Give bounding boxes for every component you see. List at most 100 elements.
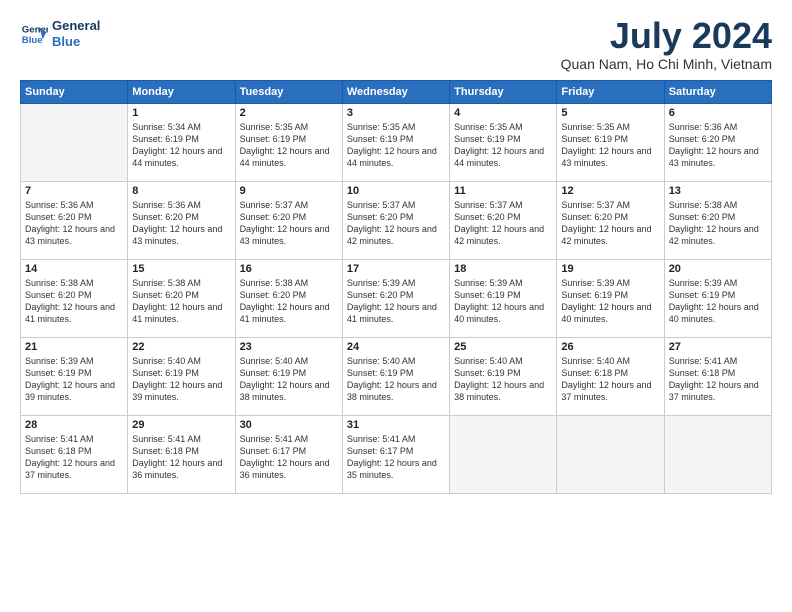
calendar-week-5: 28 Sunrise: 5:41 AMSunset: 6:18 PMDaylig… — [21, 416, 772, 494]
calendar-cell: 21 Sunrise: 5:39 AMSunset: 6:19 PMDaylig… — [21, 338, 128, 416]
cell-info: Sunrise: 5:35 AMSunset: 6:19 PMDaylight:… — [561, 122, 651, 168]
calendar-cell: 28 Sunrise: 5:41 AMSunset: 6:18 PMDaylig… — [21, 416, 128, 494]
cell-info: Sunrise: 5:36 AMSunset: 6:20 PMDaylight:… — [25, 200, 115, 246]
col-monday: Monday — [128, 81, 235, 104]
page: General Blue General Blue July 2024 Quan… — [0, 0, 792, 612]
cell-info: Sunrise: 5:39 AMSunset: 6:20 PMDaylight:… — [347, 278, 437, 324]
day-number: 5 — [561, 107, 659, 119]
cell-info: Sunrise: 5:38 AMSunset: 6:20 PMDaylight:… — [240, 278, 330, 324]
calendar-cell — [557, 416, 664, 494]
cell-info: Sunrise: 5:37 AMSunset: 6:20 PMDaylight:… — [561, 200, 651, 246]
calendar-cell: 5 Sunrise: 5:35 AMSunset: 6:19 PMDayligh… — [557, 104, 664, 182]
cell-info: Sunrise: 5:35 AMSunset: 6:19 PMDaylight:… — [347, 122, 437, 168]
calendar-cell: 31 Sunrise: 5:41 AMSunset: 6:17 PMDaylig… — [342, 416, 449, 494]
day-number: 23 — [240, 341, 338, 353]
cell-info: Sunrise: 5:40 AMSunset: 6:18 PMDaylight:… — [561, 356, 651, 402]
calendar-cell: 24 Sunrise: 5:40 AMSunset: 6:19 PMDaylig… — [342, 338, 449, 416]
calendar-cell: 26 Sunrise: 5:40 AMSunset: 6:18 PMDaylig… — [557, 338, 664, 416]
calendar-cell: 6 Sunrise: 5:36 AMSunset: 6:20 PMDayligh… — [664, 104, 771, 182]
cell-info: Sunrise: 5:38 AMSunset: 6:20 PMDaylight:… — [25, 278, 115, 324]
day-number: 20 — [669, 263, 767, 275]
cell-info: Sunrise: 5:40 AMSunset: 6:19 PMDaylight:… — [132, 356, 222, 402]
calendar-cell: 20 Sunrise: 5:39 AMSunset: 6:19 PMDaylig… — [664, 260, 771, 338]
calendar-cell: 1 Sunrise: 5:34 AMSunset: 6:19 PMDayligh… — [128, 104, 235, 182]
cell-info: Sunrise: 5:35 AMSunset: 6:19 PMDaylight:… — [454, 122, 544, 168]
cell-info: Sunrise: 5:38 AMSunset: 6:20 PMDaylight:… — [132, 278, 222, 324]
cell-info: Sunrise: 5:41 AMSunset: 6:17 PMDaylight:… — [347, 434, 437, 480]
calendar-cell: 7 Sunrise: 5:36 AMSunset: 6:20 PMDayligh… — [21, 182, 128, 260]
cell-info: Sunrise: 5:34 AMSunset: 6:19 PMDaylight:… — [132, 122, 222, 168]
cell-info: Sunrise: 5:41 AMSunset: 6:18 PMDaylight:… — [132, 434, 222, 480]
calendar-cell: 3 Sunrise: 5:35 AMSunset: 6:19 PMDayligh… — [342, 104, 449, 182]
cell-info: Sunrise: 5:39 AMSunset: 6:19 PMDaylight:… — [25, 356, 115, 402]
calendar-cell: 2 Sunrise: 5:35 AMSunset: 6:19 PMDayligh… — [235, 104, 342, 182]
day-number: 24 — [347, 341, 445, 353]
day-number: 11 — [454, 185, 552, 197]
calendar-cell: 19 Sunrise: 5:39 AMSunset: 6:19 PMDaylig… — [557, 260, 664, 338]
cell-info: Sunrise: 5:41 AMSunset: 6:17 PMDaylight:… — [240, 434, 330, 480]
calendar-cell: 27 Sunrise: 5:41 AMSunset: 6:18 PMDaylig… — [664, 338, 771, 416]
logo-text-blue: Blue — [52, 34, 100, 50]
day-number: 16 — [240, 263, 338, 275]
calendar-cell: 17 Sunrise: 5:39 AMSunset: 6:20 PMDaylig… — [342, 260, 449, 338]
day-number: 17 — [347, 263, 445, 275]
logo-text-general: General — [52, 18, 100, 34]
calendar-cell: 13 Sunrise: 5:38 AMSunset: 6:20 PMDaylig… — [664, 182, 771, 260]
day-number: 30 — [240, 419, 338, 431]
logo-icon: General Blue — [20, 20, 48, 48]
calendar-cell: 29 Sunrise: 5:41 AMSunset: 6:18 PMDaylig… — [128, 416, 235, 494]
cell-info: Sunrise: 5:40 AMSunset: 6:19 PMDaylight:… — [454, 356, 544, 402]
calendar-cell: 11 Sunrise: 5:37 AMSunset: 6:20 PMDaylig… — [450, 182, 557, 260]
calendar-week-2: 7 Sunrise: 5:36 AMSunset: 6:20 PMDayligh… — [21, 182, 772, 260]
cell-info: Sunrise: 5:37 AMSunset: 6:20 PMDaylight:… — [347, 200, 437, 246]
calendar-cell: 22 Sunrise: 5:40 AMSunset: 6:19 PMDaylig… — [128, 338, 235, 416]
svg-text:Blue: Blue — [22, 34, 43, 45]
day-number: 31 — [347, 419, 445, 431]
month-year: July 2024 — [561, 18, 772, 54]
day-number: 26 — [561, 341, 659, 353]
day-number: 27 — [669, 341, 767, 353]
cell-info: Sunrise: 5:39 AMSunset: 6:19 PMDaylight:… — [454, 278, 544, 324]
cell-info: Sunrise: 5:41 AMSunset: 6:18 PMDaylight:… — [669, 356, 759, 402]
title-block: July 2024 Quan Nam, Ho Chi Minh, Vietnam — [561, 18, 772, 72]
day-number: 3 — [347, 107, 445, 119]
cell-info: Sunrise: 5:39 AMSunset: 6:19 PMDaylight:… — [561, 278, 651, 324]
calendar-week-1: 1 Sunrise: 5:34 AMSunset: 6:19 PMDayligh… — [21, 104, 772, 182]
day-number: 10 — [347, 185, 445, 197]
day-number: 14 — [25, 263, 123, 275]
cell-info: Sunrise: 5:37 AMSunset: 6:20 PMDaylight:… — [454, 200, 544, 246]
calendar-cell: 9 Sunrise: 5:37 AMSunset: 6:20 PMDayligh… — [235, 182, 342, 260]
calendar-cell: 25 Sunrise: 5:40 AMSunset: 6:19 PMDaylig… — [450, 338, 557, 416]
col-tuesday: Tuesday — [235, 81, 342, 104]
day-number: 13 — [669, 185, 767, 197]
day-number: 7 — [25, 185, 123, 197]
day-number: 29 — [132, 419, 230, 431]
cell-info: Sunrise: 5:36 AMSunset: 6:20 PMDaylight:… — [669, 122, 759, 168]
calendar-header-row: Sunday Monday Tuesday Wednesday Thursday… — [21, 81, 772, 104]
calendar-cell — [664, 416, 771, 494]
cell-info: Sunrise: 5:37 AMSunset: 6:20 PMDaylight:… — [240, 200, 330, 246]
calendar-cell: 18 Sunrise: 5:39 AMSunset: 6:19 PMDaylig… — [450, 260, 557, 338]
location: Quan Nam, Ho Chi Minh, Vietnam — [561, 56, 772, 72]
logo: General Blue General Blue — [20, 18, 100, 49]
calendar-cell: 8 Sunrise: 5:36 AMSunset: 6:20 PMDayligh… — [128, 182, 235, 260]
day-number: 2 — [240, 107, 338, 119]
cell-info: Sunrise: 5:41 AMSunset: 6:18 PMDaylight:… — [25, 434, 115, 480]
calendar-cell: 15 Sunrise: 5:38 AMSunset: 6:20 PMDaylig… — [128, 260, 235, 338]
calendar-cell: 14 Sunrise: 5:38 AMSunset: 6:20 PMDaylig… — [21, 260, 128, 338]
cell-info: Sunrise: 5:38 AMSunset: 6:20 PMDaylight:… — [669, 200, 759, 246]
calendar-table: Sunday Monday Tuesday Wednesday Thursday… — [20, 80, 772, 494]
day-number: 28 — [25, 419, 123, 431]
calendar-cell: 30 Sunrise: 5:41 AMSunset: 6:17 PMDaylig… — [235, 416, 342, 494]
calendar-cell: 12 Sunrise: 5:37 AMSunset: 6:20 PMDaylig… — [557, 182, 664, 260]
calendar-cell: 10 Sunrise: 5:37 AMSunset: 6:20 PMDaylig… — [342, 182, 449, 260]
calendar-cell: 23 Sunrise: 5:40 AMSunset: 6:19 PMDaylig… — [235, 338, 342, 416]
calendar-cell: 4 Sunrise: 5:35 AMSunset: 6:19 PMDayligh… — [450, 104, 557, 182]
cell-info: Sunrise: 5:35 AMSunset: 6:19 PMDaylight:… — [240, 122, 330, 168]
day-number: 18 — [454, 263, 552, 275]
day-number: 1 — [132, 107, 230, 119]
day-number: 25 — [454, 341, 552, 353]
cell-info: Sunrise: 5:40 AMSunset: 6:19 PMDaylight:… — [240, 356, 330, 402]
col-sunday: Sunday — [21, 81, 128, 104]
calendar-week-3: 14 Sunrise: 5:38 AMSunset: 6:20 PMDaylig… — [21, 260, 772, 338]
